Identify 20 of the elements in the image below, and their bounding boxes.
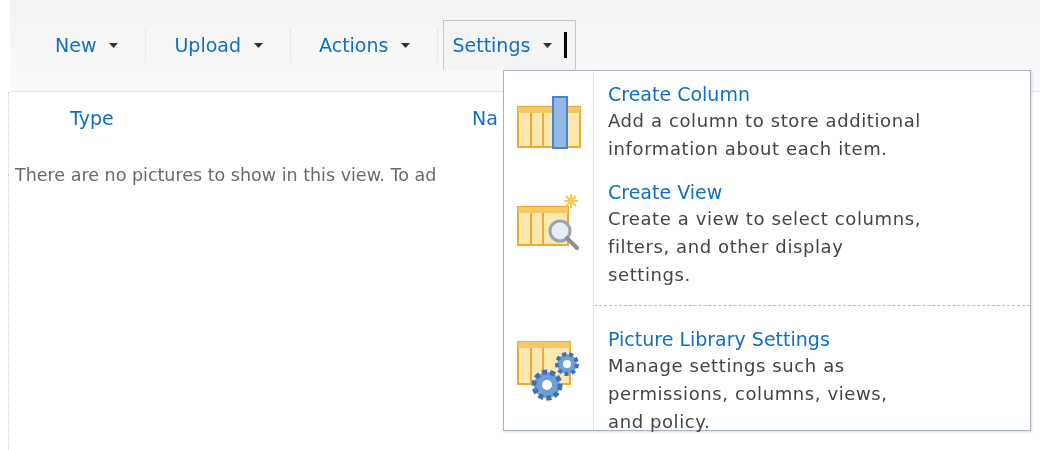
column-header[interactable]: Na bbox=[472, 107, 498, 147]
column-header[interactable]: Type bbox=[70, 107, 472, 147]
text-cursor bbox=[564, 32, 568, 58]
caret-icon bbox=[543, 42, 553, 48]
menu-item-link[interactable]: Create View bbox=[608, 179, 926, 205]
toolbar-menu[interactable]: Actions bbox=[306, 20, 424, 70]
menu-item-description: Add a column to store additional information about each item. bbox=[608, 109, 922, 161]
table-column-icon bbox=[517, 95, 581, 151]
empty-message: There are no pictures to show in this view. To ad bbox=[15, 165, 438, 185]
caret-icon bbox=[109, 42, 119, 48]
menu-item-link[interactable]: Picture Library Settings bbox=[608, 326, 926, 352]
caret-icon bbox=[254, 42, 264, 48]
menu-item-link[interactable]: Create Column bbox=[608, 81, 926, 107]
table-magnifier-icon bbox=[517, 193, 581, 253]
toolbar-menu[interactable]: Settings bbox=[443, 20, 577, 70]
menu-item-description: Manage settings such as permissions, columns, views, and policy. bbox=[608, 354, 889, 434]
toolbar-menu[interactable]: Upload bbox=[161, 20, 277, 70]
caret-icon bbox=[401, 42, 411, 48]
menu-item-description: Create a view to select columns, filters, and other display settings. bbox=[608, 207, 922, 287]
toolbar-menu[interactable]: New bbox=[42, 20, 132, 70]
